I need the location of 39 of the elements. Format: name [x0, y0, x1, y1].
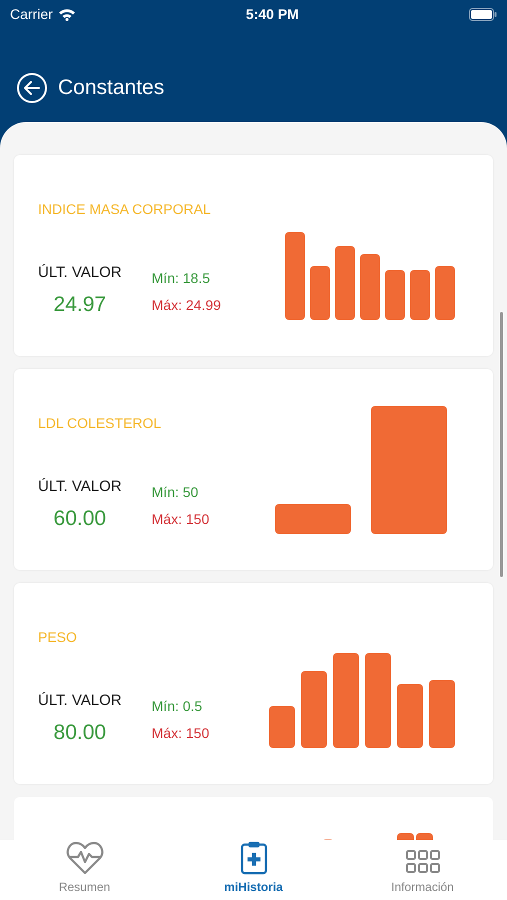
chart-bar	[435, 266, 455, 320]
back-button[interactable]	[17, 73, 47, 103]
last-value: 80.00	[54, 720, 106, 746]
max-value: Máx: 150	[152, 724, 210, 743]
chart-bar	[410, 270, 430, 320]
chart-bar	[385, 270, 405, 320]
medical-clipboard-icon	[238, 840, 268, 875]
vital-title: LDL COLESTEROL	[38, 414, 162, 433]
chart-bar	[310, 266, 330, 320]
carrier-name: Carrier	[10, 4, 53, 24]
last-value: 24.97	[54, 292, 106, 318]
last-value-label: ÚLT. VALOR	[38, 263, 122, 283]
back-arrow-icon	[24, 81, 40, 95]
chart-bar	[397, 684, 423, 748]
last-value-label: ÚLT. VALOR	[38, 691, 122, 711]
chart-bar	[429, 680, 455, 748]
grid-icon	[406, 849, 440, 875]
chart-bar	[416, 833, 433, 840]
chart-bar	[397, 833, 414, 840]
min-value: Mín: 0.5	[152, 697, 204, 716]
last-value: 60.00	[54, 506, 106, 532]
status-time: 5:40 PM	[246, 4, 299, 24]
vital-card[interactable]: LDL COLESTEROL ÚLT. VALOR 60.00 Mín: 50 Máx: 150	[14, 369, 493, 570]
vital-card[interactable]: PESO ÚLT. VALOR 80.00 Mín: 0.5 Máx: 150	[14, 583, 493, 784]
tab-bar-item[interactable]: miHistoria	[169, 840, 338, 900]
max-value: Máx: 150	[152, 510, 210, 529]
vital-title: PESO	[38, 628, 78, 647]
chart-bar	[269, 706, 295, 748]
heart-rate-icon	[66, 841, 104, 875]
vital-title: INDICE MASA CORPORAL	[38, 200, 212, 219]
page-title: Constantes	[58, 75, 164, 101]
last-value-label: ÚLT. VALOR	[38, 477, 122, 497]
vital-card[interactable]: INDICE MASA CORPORAL ÚLT. VALOR 24.97 Mín: 18.5 Máx: 24.99	[14, 155, 493, 356]
wifi-icon	[58, 8, 76, 20]
min-value: Mín: 18.5	[152, 269, 212, 288]
chart-bar	[360, 254, 380, 320]
min-value: Mín: 50	[152, 483, 200, 502]
battery-icon	[468, 8, 497, 20]
max-value: Máx: 24.99	[152, 296, 221, 315]
